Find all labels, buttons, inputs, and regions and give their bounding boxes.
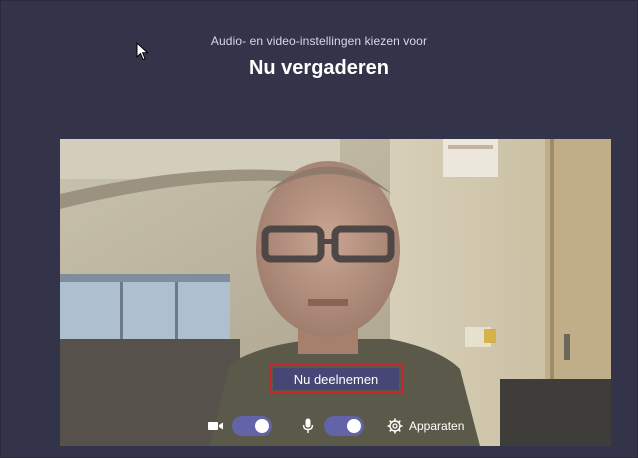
- devices-label: Apparaten: [409, 419, 465, 433]
- microphone-toggle-knob: [347, 419, 361, 433]
- join-now-button[interactable]: Nu deelnemen: [273, 368, 399, 390]
- camera-feed-image: [60, 139, 611, 446]
- camera-toggle[interactable]: [232, 416, 272, 436]
- header-subtitle: Audio- en video-instellingen kiezen voor: [210, 34, 428, 48]
- microphone-control: [302, 415, 364, 437]
- video-camera-icon: [208, 422, 223, 430]
- microphone-toggle[interactable]: [324, 416, 364, 436]
- mouse-pointer-icon: [136, 42, 149, 61]
- devices-button[interactable]: Apparaten: [387, 415, 464, 437]
- microphone-icon: [302, 418, 314, 433]
- camera-toggle-knob: [255, 419, 269, 433]
- camera-control: [208, 415, 272, 437]
- join-button-highlight: Nu deelnemen: [269, 364, 403, 394]
- video-preview: [60, 139, 611, 446]
- meeting-title: Nu vergaderen: [248, 57, 390, 79]
- gear-icon: [387, 418, 403, 434]
